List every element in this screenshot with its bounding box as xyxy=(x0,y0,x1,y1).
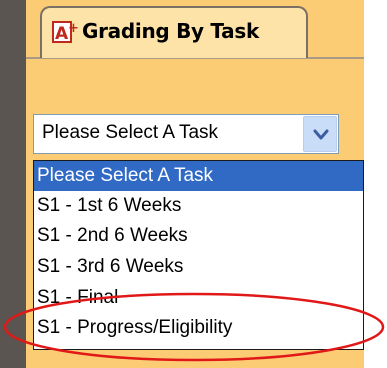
grading-a-plus-icon: A + xyxy=(52,20,79,44)
task-option-please-select[interactable]: Please Select A Task xyxy=(34,161,363,191)
task-select[interactable]: Please Select A Task xyxy=(33,114,339,154)
task-option-s1-1st-6-weeks[interactable]: S1 - 1st 6 Weeks xyxy=(34,191,363,221)
svg-text:A: A xyxy=(55,24,69,44)
tab-title: Grading By Task xyxy=(82,19,259,43)
right-page-edge xyxy=(364,0,387,368)
task-select-arrow-button[interactable] xyxy=(303,116,337,152)
left-frame-edge xyxy=(0,0,26,368)
chevron-down-icon xyxy=(313,129,329,140)
task-option-s1-progress-eligibility[interactable]: S1 - Progress/Eligibility xyxy=(34,313,363,343)
task-option-s1-3rd-6-weeks[interactable]: S1 - 3rd 6 Weeks xyxy=(34,252,363,282)
task-dropdown-list: Please Select A Task S1 - 1st 6 Weeks S1… xyxy=(33,160,364,350)
task-option-s1-final[interactable]: S1 - Final xyxy=(34,283,363,313)
task-option-s1-2nd-6-weeks[interactable]: S1 - 2nd 6 Weeks xyxy=(34,221,363,251)
svg-text:+: + xyxy=(68,21,78,36)
task-select-value: Please Select A Task xyxy=(42,122,219,143)
